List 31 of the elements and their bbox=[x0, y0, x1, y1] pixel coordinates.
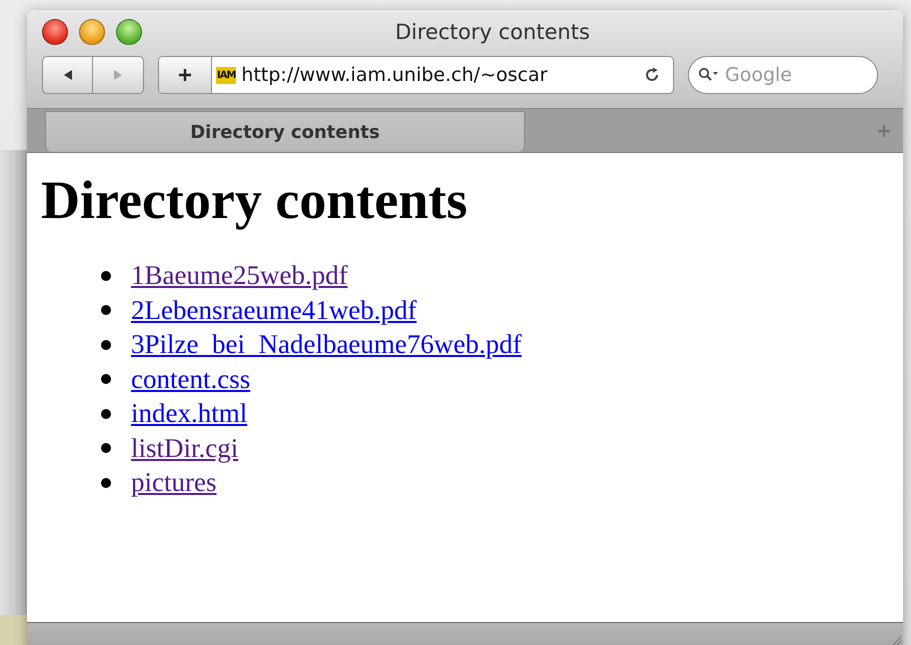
bullet-icon bbox=[101, 478, 111, 488]
plus-icon bbox=[177, 67, 193, 83]
window-title: Directory contents bbox=[394, 20, 591, 44]
add-bookmark-button[interactable] bbox=[159, 57, 212, 93]
bullet-icon bbox=[101, 408, 111, 419]
search-field[interactable]: Google bbox=[688, 56, 878, 94]
page-heading: Directory contents bbox=[41, 171, 468, 230]
file-link[interactable]: index.html bbox=[131, 398, 248, 430]
url-text: http://www.iam.unibe.ch/~oscar bbox=[241, 64, 548, 86]
file-link[interactable]: 2Lebensraeume41web.pdf bbox=[131, 294, 417, 326]
file-link[interactable]: content.css bbox=[131, 364, 250, 395]
address-field[interactable]: IAM http://www.iam.unibe.ch/~oscar bbox=[158, 56, 674, 94]
file-link[interactable]: listDir.cgi bbox=[131, 432, 238, 464]
bullet-icon bbox=[101, 443, 111, 454]
zoom-button[interactable] bbox=[116, 19, 142, 45]
browser-tab[interactable]: Directory contents bbox=[45, 111, 525, 152]
bullet-icon bbox=[101, 270, 111, 281]
minimize-button[interactable] bbox=[79, 19, 105, 45]
forward-button[interactable] bbox=[93, 56, 144, 94]
bullet-icon bbox=[101, 340, 111, 350]
forward-arrow-icon bbox=[112, 69, 124, 81]
back-arrow-icon bbox=[62, 69, 74, 81]
back-button[interactable] bbox=[42, 56, 93, 94]
file-link[interactable]: 1Baeume25web.pdf bbox=[131, 260, 348, 292]
site-icon: IAM bbox=[216, 66, 236, 84]
bullet-icon bbox=[101, 374, 111, 384]
file-link[interactable]: 3Pilze_bei_Nadelbaeume76web.pdf bbox=[131, 329, 522, 360]
reload-icon[interactable] bbox=[643, 66, 661, 84]
bullet-icon bbox=[101, 305, 111, 316]
close-button[interactable] bbox=[42, 19, 68, 45]
file-link[interactable]: pictures bbox=[131, 467, 216, 498]
